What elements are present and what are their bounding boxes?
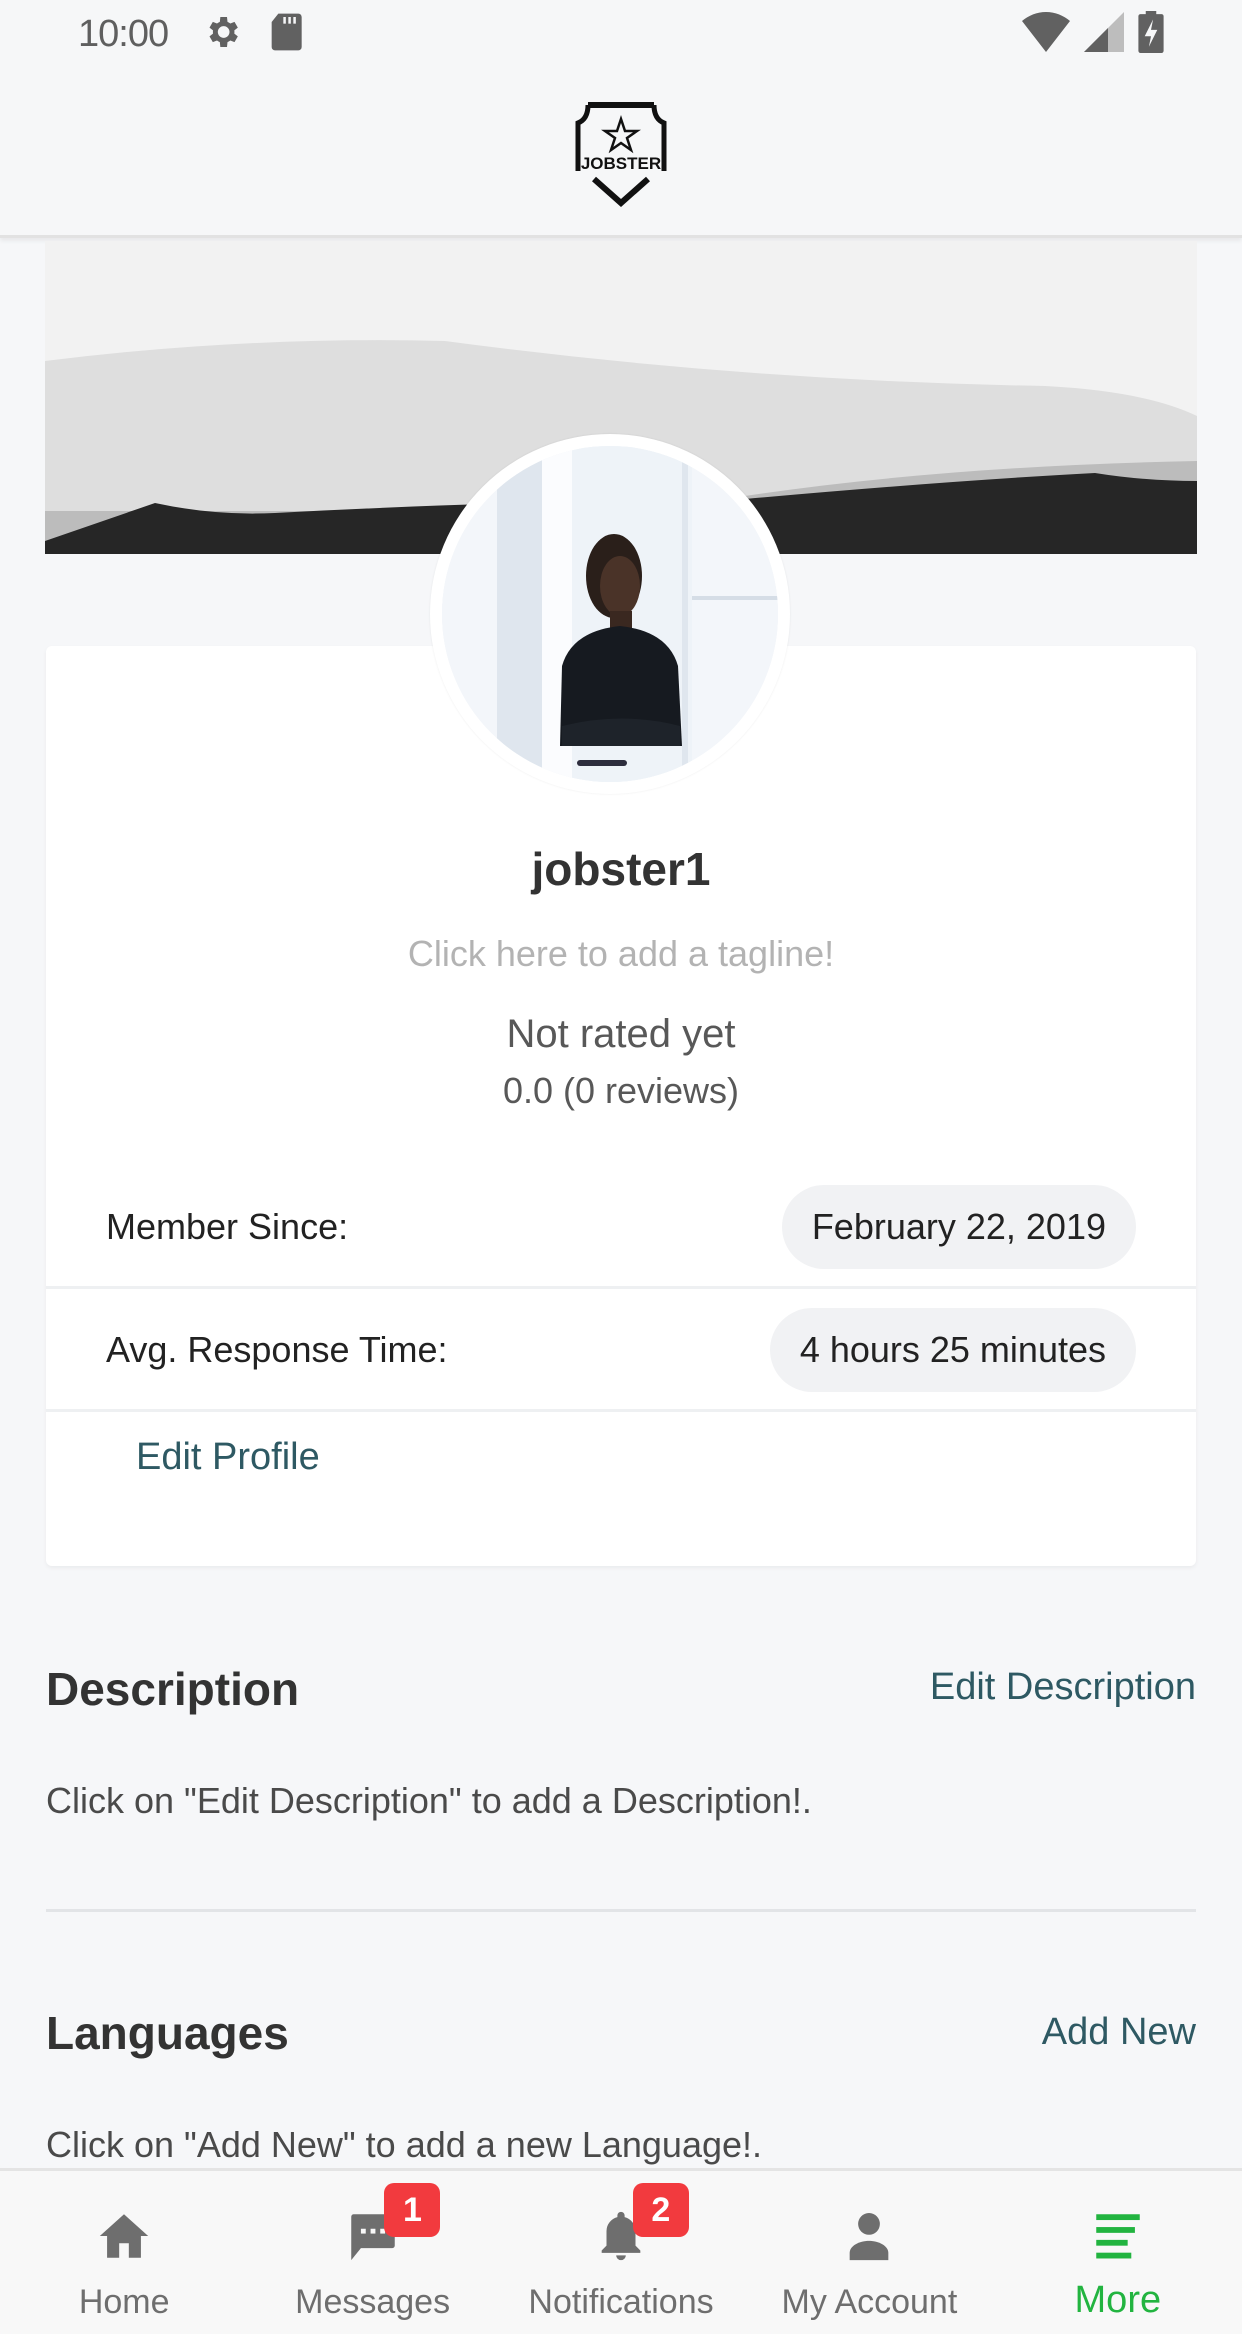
avatar[interactable] [430,434,790,794]
nav-messages-label: Messages [295,2283,451,2321]
nav-home-label: Home [78,2283,170,2321]
member-since-value: February 22, 2019 [781,1184,1136,1269]
avatar-image [442,446,778,782]
sd-card-icon [268,12,302,57]
messages-badge: 1 [384,2183,441,2237]
bottom-nav: Home 1 Messages 2 Notifications My Accou… [0,2168,1242,2334]
signal-icon [1084,11,1124,58]
menu-icon [1083,2201,1153,2271]
nav-notifications-label: Notifications [528,2283,714,2321]
languages-title: Languages [46,2007,289,2059]
nav-more-label: More [1074,2279,1162,2321]
settings-icon [202,12,242,57]
nav-my-account-label: My Account [781,2283,958,2321]
response-time-row: Avg. Response Time: 4 hours 25 minutes [46,1290,1196,1412]
section-divider [46,1909,1196,1912]
nav-notifications[interactable]: 2 Notifications [497,2171,745,2334]
battery-charging-icon [1138,10,1164,58]
jobster-logo[interactable]: JOBSTER [566,97,676,207]
person-icon [834,2201,904,2271]
add-language-link[interactable]: Add New [1042,2011,1196,2054]
nav-messages[interactable]: 1 Messages [248,2171,496,2334]
home-icon [89,2201,159,2271]
rating-label: Not rated yet [506,1012,736,1056]
member-since-row: Member Since: February 22, 2019 [46,1167,1196,1289]
nav-home[interactable]: Home [0,2171,248,2334]
response-time-label: Avg. Response Time: [106,1328,448,1370]
description-title: Description [46,1663,300,1715]
edit-description-link[interactable]: Edit Description [930,1666,1196,1709]
nav-more[interactable]: More [994,2171,1242,2334]
response-time-value: 4 hours 25 minutes [769,1307,1136,1392]
svg-text:JOBSTER: JOBSTER [581,154,661,173]
member-since-label: Member Since: [106,1205,349,1247]
notifications-badge: 2 [632,2183,689,2237]
status-bar: 10:00 [0,0,1242,68]
description-text: Click on "Edit Description" to add a Des… [46,1780,812,1821]
tagline-placeholder[interactable]: Click here to add a tagline! [0,933,1242,975]
nav-my-account[interactable]: My Account [745,2171,993,2334]
app-header: JOBSTER [0,68,1242,238]
rating-value: 0.0 (0 reviews) [502,1070,740,1111]
edit-profile-link[interactable]: Edit Profile [136,1436,320,1479]
wifi-icon [1022,11,1070,58]
languages-text: Click on "Add New" to add a new Language… [46,2124,763,2165]
username: jobster1 [531,843,711,895]
status-time: 10:00 [78,12,169,55]
